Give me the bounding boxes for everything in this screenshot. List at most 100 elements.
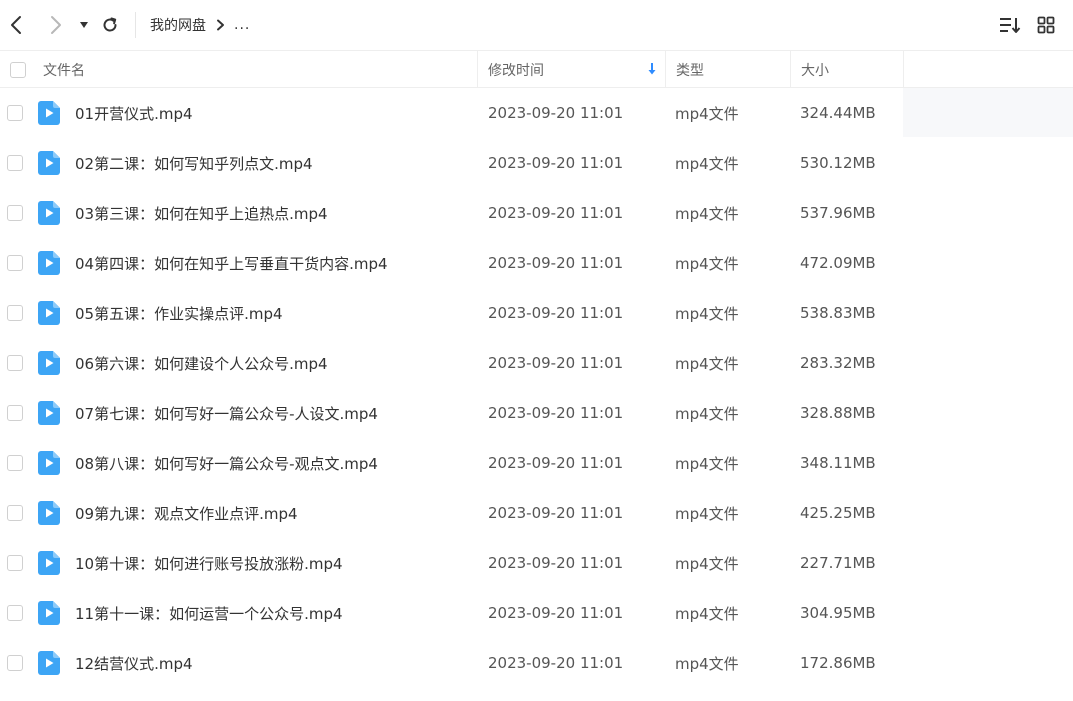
row-checkbox[interactable] [7,355,23,371]
file-row[interactable]: 09第九课：观点文作业点评.mp4 2023-09-20 11:01 mp4文件… [0,488,1073,538]
column-header-size[interactable]: 大小 [801,51,829,88]
column-divider [665,51,666,88]
file-name[interactable]: 04第四课：如何在知乎上写垂直干货内容.mp4 [75,238,388,288]
video-file-icon [38,588,60,638]
video-file-icon [38,638,60,688]
file-size: 324.44MB [800,104,876,122]
row-checkbox-cell [7,188,23,238]
video-file-icon [38,88,60,138]
file-row[interactable]: 01开营仪式.mp4 2023-09-20 11:01 mp4文件 324.44… [0,88,1073,138]
file-type: mp4文件 [675,504,739,523]
row-checkbox[interactable] [7,505,23,521]
file-row[interactable]: 11第十一课：如何运营一个公众号.mp4 2023-09-20 11:01 mp… [0,588,1073,638]
toolbar-divider [135,12,136,38]
video-file-icon [38,438,60,488]
sort-button[interactable] [998,13,1022,37]
file-modified-time: 2023-09-20 11:01 [488,404,624,422]
file-row[interactable]: 04第四课：如何在知乎上写垂直干货内容.mp4 2023-09-20 11:01… [0,238,1073,288]
file-modified-time: 2023-09-20 11:01 [488,604,624,622]
file-type: mp4文件 [675,354,739,373]
video-file-icon [38,238,60,288]
video-file-icon [38,388,60,438]
file-name[interactable]: 12结营仪式.mp4 [75,638,193,688]
file-type: mp4文件 [675,554,739,573]
file-size: 172.86MB [800,654,876,672]
column-header-type[interactable]: 类型 [676,51,704,88]
grid-icon [1037,16,1055,34]
file-name[interactable]: 03第三课：如何在知乎上追热点.mp4 [75,188,328,238]
row-checkbox[interactable] [7,605,23,621]
file-type: mp4文件 [675,604,739,623]
video-file-icon [38,138,60,188]
file-row[interactable]: 03第三课：如何在知乎上追热点.mp4 2023-09-20 11:01 mp4… [0,188,1073,238]
row-checkbox[interactable] [7,655,23,671]
chevron-right-icon [51,16,61,34]
file-size: 348.11MB [800,454,876,472]
file-size: 227.71MB [800,554,876,572]
row-checkbox[interactable] [7,105,23,121]
file-row[interactable]: 08第八课：如何写好一篇公众号-观点文.mp4 2023-09-20 11:01… [0,438,1073,488]
sort-arrow-down-icon[interactable] [646,62,658,80]
column-divider [477,51,478,88]
file-row[interactable]: 10第十课：如何进行账号投放涨粉.mp4 2023-09-20 11:01 mp… [0,538,1073,588]
history-dropdown-button[interactable] [74,13,94,37]
file-type: mp4文件 [675,104,739,123]
file-modified-time: 2023-09-20 11:01 [488,254,624,272]
video-file-icon [38,488,60,538]
file-modified-time: 2023-09-20 11:01 [488,554,624,572]
file-size: 537.96MB [800,204,876,222]
row-checkbox[interactable] [7,155,23,171]
row-checkbox-cell [7,588,23,638]
select-all-checkbox[interactable] [10,61,26,78]
row-checkbox-cell [7,88,23,138]
row-checkbox-cell [7,438,23,488]
grid-view-button[interactable] [1034,13,1058,37]
file-name[interactable]: 09第九课：观点文作业点评.mp4 [75,488,298,538]
select-all-cell [10,51,26,88]
file-row[interactable]: 12结营仪式.mp4 2023-09-20 11:01 mp4文件 172.86… [0,638,1073,688]
file-name[interactable]: 01开营仪式.mp4 [75,88,193,138]
column-divider [790,51,791,88]
file-name[interactable]: 07第七课：如何写好一篇公众号-人设文.mp4 [75,388,378,438]
back-button[interactable] [4,13,28,37]
breadcrumb-root[interactable]: 我的网盘 [150,15,206,35]
row-checkbox[interactable] [7,555,23,571]
file-name[interactable]: 06第六课：如何建设个人公众号.mp4 [75,338,328,388]
file-size: 328.88MB [800,404,876,422]
column-header-time[interactable]: 修改时间 [488,51,544,88]
file-name[interactable]: 11第十一课：如何运营一个公众号.mp4 [75,588,343,638]
refresh-icon [103,17,117,32]
file-modified-time: 2023-09-20 11:01 [488,354,624,372]
file-size: 538.83MB [800,304,876,322]
chevron-left-icon [11,16,21,34]
breadcrumb-more[interactable]: ... [234,17,250,33]
file-name[interactable]: 10第十课：如何进行账号投放涨粉.mp4 [75,538,343,588]
video-file-icon [38,288,60,338]
row-checkbox-cell [7,288,23,338]
file-name[interactable]: 05第五课：作业实操点评.mp4 [75,288,283,338]
file-row[interactable]: 05第五课：作业实操点评.mp4 2023-09-20 11:01 mp4文件 … [0,288,1073,338]
file-name[interactable]: 02第二课：如何写知乎列点文.mp4 [75,138,313,188]
file-type: mp4文件 [675,654,739,673]
file-modified-time: 2023-09-20 11:01 [488,454,624,472]
caret-down-icon [80,22,88,28]
file-size: 425.25MB [800,504,876,522]
forward-button[interactable] [44,13,68,37]
file-row[interactable]: 06第六课：如何建设个人公众号.mp4 2023-09-20 11:01 mp4… [0,338,1073,388]
row-checkbox[interactable] [7,455,23,471]
video-file-icon [38,538,60,588]
row-checkbox[interactable] [7,405,23,421]
file-row[interactable]: 07第七课：如何写好一篇公众号-人设文.mp4 2023-09-20 11:01… [0,388,1073,438]
video-file-icon [38,188,60,238]
row-checkbox[interactable] [7,205,23,221]
file-row[interactable]: 02第二课：如何写知乎列点文.mp4 2023-09-20 11:01 mp4文… [0,138,1073,188]
row-checkbox[interactable] [7,255,23,271]
column-header-name[interactable]: 文件名 [43,51,85,88]
row-checkbox[interactable] [7,305,23,321]
refresh-button[interactable] [98,13,122,37]
row-checkbox-cell [7,388,23,438]
column-divider [903,51,904,88]
file-size: 472.09MB [800,254,876,272]
row-checkbox-cell [7,138,23,188]
file-name[interactable]: 08第八课：如何写好一篇公众号-观点文.mp4 [75,438,378,488]
